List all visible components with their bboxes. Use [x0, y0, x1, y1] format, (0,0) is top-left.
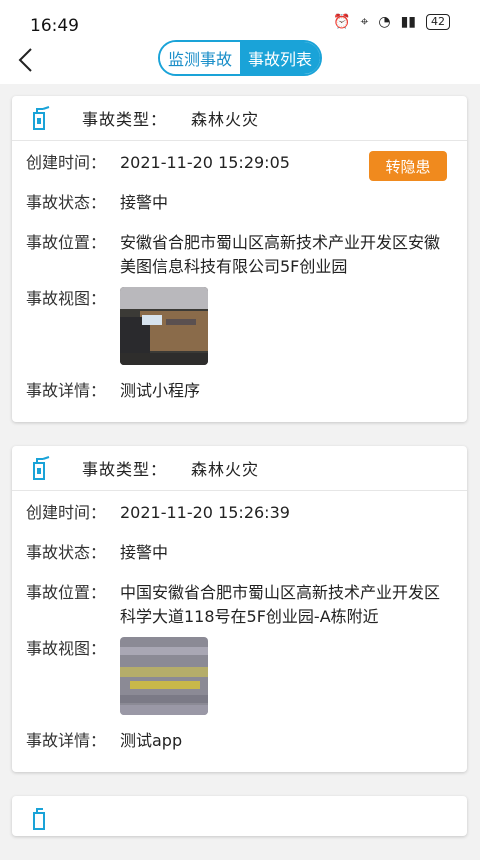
created-value: 2021-11-20 15:26:39 — [120, 503, 290, 522]
accident-card[interactable]: 事故类型： 森林火灾 转隐患 创建时间： 2021-11-20 15:29:05… — [12, 96, 467, 422]
tab-accident-list[interactable]: 事故列表 — [240, 42, 320, 74]
type-value: 森林火灾 — [191, 460, 260, 479]
tab-monitor[interactable]: 监测事故 — [160, 42, 240, 74]
created-label: 创建时间： — [26, 503, 107, 522]
alarm-icon: ⏰ — [333, 14, 351, 30]
type-label: 事故类型： — [82, 460, 168, 479]
fire-extinguisher-icon — [33, 106, 50, 130]
created-value: 2021-11-20 15:29:05 — [120, 153, 290, 172]
signal-icon: ▮▮ — [400, 14, 416, 30]
status-row: 事故状态： 接警中 — [12, 191, 467, 215]
status-value: 接警中 — [120, 543, 169, 562]
type-value: 森林火灾 — [191, 110, 260, 129]
status-value: 接警中 — [120, 193, 169, 212]
card-header: 事故类型： 森林火灾 — [12, 446, 467, 491]
convert-hazard-button[interactable]: 转隐患 — [369, 151, 447, 181]
status-row: 事故状态： 接警中 — [12, 541, 467, 565]
location-value: 安徽省合肥市蜀山区高新技术产业开发区安徽美图信息科技有限公司5F创业园 — [120, 233, 441, 276]
card-header: 事故类型： 森林火灾 — [12, 96, 467, 141]
location-label: 事故位置： — [26, 583, 107, 602]
type-label: 事故类型： — [82, 110, 168, 129]
fire-extinguisher-icon — [33, 808, 45, 830]
detail-row: 事故详情： 测试小程序 — [12, 379, 467, 403]
status-time: 16:49 — [30, 16, 79, 36]
battery-level: 42 — [426, 14, 450, 30]
location-label: 事故位置： — [26, 233, 107, 252]
fire-extinguisher-icon — [33, 456, 50, 480]
back-button[interactable] — [10, 42, 40, 78]
detail-row: 事故详情： 测试app — [12, 729, 467, 753]
card-header — [12, 796, 467, 840]
location-row: 事故位置： 中国安徽省合肥市蜀山区高新技术产业开发区科学大道118号在5F创业园… — [12, 581, 467, 629]
status-label: 事故状态： — [26, 543, 107, 562]
wifi-icon: ◔ — [378, 14, 391, 30]
accident-list: 事故类型： 森林火灾 转隐患 创建时间： 2021-11-20 15:29:05… — [12, 96, 467, 860]
accident-card[interactable] — [12, 796, 467, 836]
location-row: 事故位置： 安徽省合肥市蜀山区高新技术产业开发区安徽美图信息科技有限公司5F创业… — [12, 231, 467, 279]
tab-switcher: 监测事故 事故列表 — [158, 40, 322, 76]
created-label: 创建时间： — [26, 153, 107, 172]
detail-value: 测试小程序 — [120, 381, 201, 400]
chevron-left-icon — [18, 48, 32, 72]
detail-label: 事故详情： — [26, 731, 107, 750]
view-row: 事故视图： — [12, 637, 467, 715]
status-icons: ⏰ ⌖ ◔ ▮▮ 42 — [333, 14, 450, 30]
accident-photo[interactable] — [120, 637, 208, 715]
detail-value: 测试app — [120, 731, 183, 750]
view-row: 事故视图： — [12, 287, 467, 365]
view-label: 事故视图： — [26, 289, 107, 308]
detail-label: 事故详情： — [26, 381, 107, 400]
accident-photo[interactable] — [120, 287, 208, 365]
nav-bar: 监测事故 事故列表 — [0, 36, 480, 84]
location-value: 中国安徽省合肥市蜀山区高新技术产业开发区科学大道118号在5F创业园-A栋附近 — [120, 583, 441, 626]
accident-card[interactable]: 事故类型： 森林火灾 创建时间： 2021-11-20 15:26:39 事故状… — [12, 446, 467, 772]
view-label: 事故视图： — [26, 639, 107, 658]
location-icon: ⌖ — [360, 14, 369, 30]
status-label: 事故状态： — [26, 193, 107, 212]
created-row: 创建时间： 2021-11-20 15:26:39 — [12, 501, 467, 525]
